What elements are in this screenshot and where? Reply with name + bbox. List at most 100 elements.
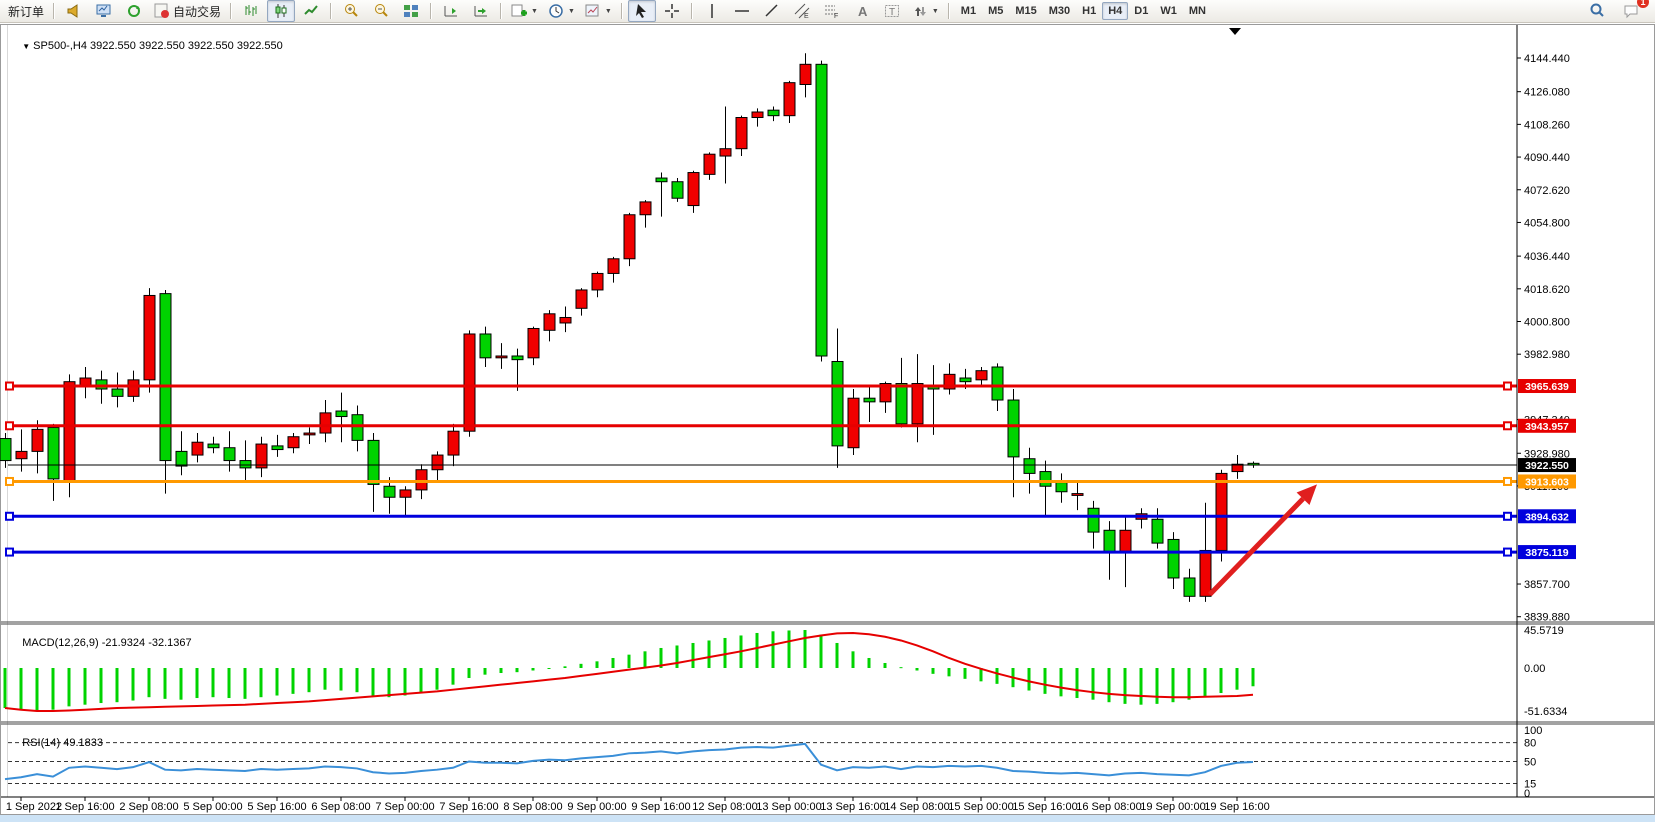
resistance-line-2-right-handle[interactable] [1504,422,1511,429]
zoom-in-icon[interactable] [337,0,365,22]
trendline-icon[interactable] [758,0,786,22]
candle [368,440,379,484]
candle [384,486,395,497]
crosshair-icon[interactable] [658,0,686,22]
new-order-button[interactable]: 新订单 [4,0,48,22]
macd-histogram-bar [420,668,423,693]
toolbar-separator [430,3,432,19]
price-tick-label: 4108.260 [1524,119,1570,131]
periods-button[interactable]: ▼ [544,0,579,22]
symbol-ohlc-values: 3922.550 3922.550 3922.550 3922.550 [90,40,283,52]
chart-shift-icon[interactable] [467,0,495,22]
pivot-line-right-handle[interactable] [1504,478,1511,485]
search-icon[interactable] [1583,0,1611,22]
macd-histogram-bar [484,668,487,675]
candle [992,367,1003,400]
notifications-icon[interactable]: 1 [1617,0,1645,22]
candle [784,83,795,116]
price-tick-label: 4126.080 [1524,87,1570,99]
macd-histogram-bar [196,668,199,698]
time-axis-label: 9 Sep 00:00 [567,801,626,813]
price-tag-label: 3922.550 [1525,460,1569,472]
support-line-1-right-handle[interactable] [1504,513,1511,520]
price-tick-label: 4090.440 [1524,152,1570,164]
time-axis-label: 16 Sep 08:00 [1076,801,1141,813]
macd-histogram-bar [132,668,135,701]
candlestick-chart-icon[interactable] [267,0,295,22]
price-tick-label: 4144.440 [1524,53,1570,65]
macd-histogram-bar [612,658,615,668]
timeframe-button-H4[interactable]: H4 [1102,2,1128,20]
support-line-2-left-handle[interactable] [6,549,13,556]
chart-symbol-header[interactable]: ▼SP500-,H4 3922.550 3922.550 3922.550 39… [10,28,283,64]
horizontal-line-icon[interactable] [728,0,756,22]
timeframe-button-D1[interactable]: D1 [1128,2,1154,20]
resistance-line-2-left-handle[interactable] [6,422,13,429]
macd-histogram-bar [148,668,151,697]
timeframe-button-W1[interactable]: W1 [1154,2,1183,20]
macd-histogram-bar [340,668,343,691]
tile-windows-icon[interactable] [397,0,425,22]
macd-histogram-bar [1204,668,1207,696]
equidistant-channel-icon[interactable]: E [788,0,816,22]
timeframe-button-M15[interactable]: M15 [1009,2,1042,20]
resistance-line-1-left-handle[interactable] [6,383,13,390]
support-line-1-left-handle[interactable] [6,513,13,520]
macd-histogram-bar [964,668,967,679]
timeframe-button-MN[interactable]: MN [1183,2,1212,20]
cursor-icon[interactable] [628,0,656,22]
timeframe-button-M1[interactable]: M1 [955,2,982,20]
bar-chart-icon[interactable] [237,0,265,22]
toolbar-separator [330,3,332,19]
candle [400,490,411,497]
macd-histogram-bar [116,668,119,702]
rsi-label: RSI(14) 49.1833 [10,725,103,761]
auto-scroll-icon[interactable] [437,0,465,22]
timeframe-button-M5[interactable]: M5 [982,2,1009,20]
auto-trading-button[interactable]: 自动交易 [150,0,225,22]
candle [656,178,667,182]
macd-histogram-bar [1156,668,1159,704]
macd-histogram-bar [596,661,599,668]
time-axis-label: 7 Sep 00:00 [375,801,434,813]
timeframe-button-H1[interactable]: H1 [1076,2,1102,20]
candle [576,290,587,308]
rsi-axis-label: 80 [1524,738,1536,750]
macd-histogram-bar [1092,668,1095,700]
time-axis-label: 6 Sep 08:00 [311,801,370,813]
price-tick-label: 4054.800 [1524,217,1570,229]
label-icon[interactable]: T [878,0,906,22]
candle [864,398,875,402]
price-chart: 4144.4404126.0804108.2604090.4404072.620… [0,24,1655,822]
support-line-2-right-handle[interactable] [1504,549,1511,556]
candle [592,273,603,290]
line-chart-icon[interactable] [297,0,325,22]
fibonacci-icon[interactable]: F [818,0,846,22]
time-axis-label: 13 Sep 00:00 [756,801,821,813]
templates-button[interactable]: ▼ [581,0,616,22]
timeframe-button-M30[interactable]: M30 [1043,2,1076,20]
candle [0,439,11,461]
collapse-triangle-icon[interactable]: ▼ [22,42,30,51]
macd-histogram-bar [356,668,359,692]
candle [672,182,683,199]
macd-histogram-bar [388,668,391,697]
resistance-line-1-right-handle[interactable] [1504,383,1511,390]
candle [688,173,699,206]
candle [800,64,811,84]
sound-icon[interactable] [60,0,88,22]
candle [416,470,427,490]
pivot-line-left-handle[interactable] [6,478,13,485]
new-chart-button[interactable]: ▼ [507,0,542,22]
rsi-axis-label: 0 [1524,788,1530,800]
refresh-icon[interactable] [120,0,148,22]
price-tag-label: 3894.632 [1525,511,1569,523]
candle [176,451,187,466]
vertical-line-icon[interactable] [698,0,726,22]
zoom-out-icon[interactable] [367,0,395,22]
arrows-tool-icon[interactable]: ▼ [908,0,943,22]
time-axis-label: 1 Sep 16:00 [55,801,114,813]
candle [896,384,907,424]
market-watch-icon[interactable] [90,0,118,22]
text-icon[interactable]: A [848,0,876,22]
